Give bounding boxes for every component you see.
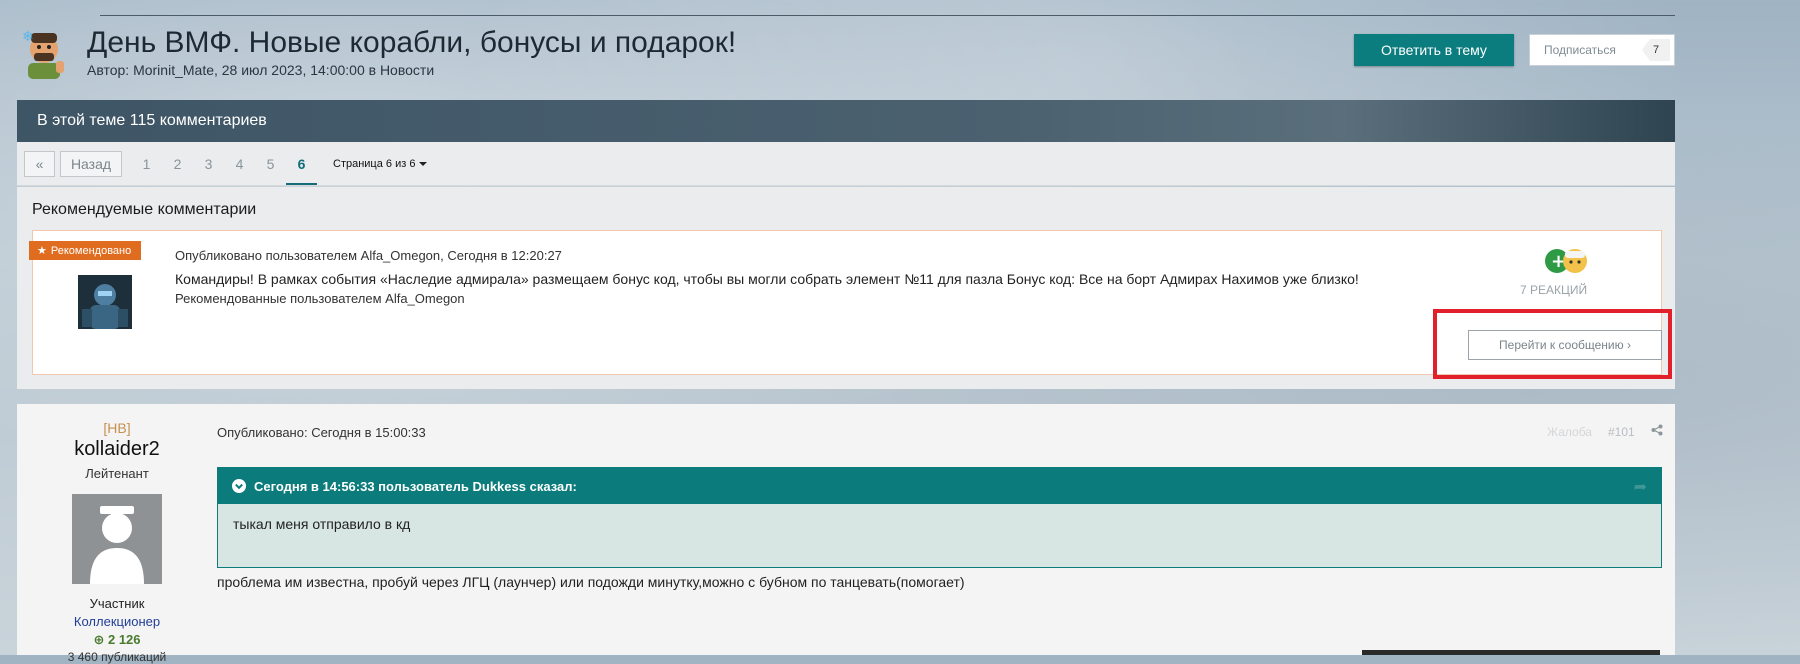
share-icon[interactable] [1651, 424, 1663, 439]
reaction-icons[interactable]: + [1543, 247, 1595, 275]
comments-count-label: В этой теме 115 комментариев [37, 112, 267, 129]
page-link-4[interactable]: 4 [224, 151, 255, 177]
recommended-badge-label: Рекомендовано [50, 244, 132, 257]
comments-count-bar: В этой теме 115 комментариев [17, 100, 1675, 142]
plus-circle-icon: ⊕ [93, 632, 105, 647]
forum-post: [НВ] kollaider2 Лейтенант Участник Колле… [17, 404, 1675, 664]
commenter-avatar[interactable] [78, 275, 132, 329]
recommended-meta: Опубликовано пользователем Alfa_Omegon, … [175, 248, 562, 263]
quote-author: Сегодня в 14:56:33 пользователь Dukkess … [254, 478, 577, 494]
user-reputation: ⊕ 2 126 [17, 632, 217, 648]
post-meta: Опубликовано: Сегодня в 15:00:33 [217, 425, 426, 440]
post-number[interactable]: #101 [1608, 425, 1635, 439]
prev-page-button[interactable]: Назад [60, 150, 122, 177]
topic-title: День ВМФ. Новые корабли, бонусы и подаро… [87, 26, 737, 59]
subscribe-button[interactable]: Подписаться 7 [1529, 34, 1675, 66]
quote-header: Сегодня в 14:56:33 пользователь Dukkess … [218, 468, 1661, 504]
page-link-1[interactable]: 1 [131, 151, 162, 177]
caret-down-icon [419, 161, 428, 166]
page-link-6-active[interactable]: 6 [286, 151, 317, 185]
clan-tag[interactable]: [НВ] [17, 420, 217, 436]
subscribe-label: Подписаться [1544, 43, 1616, 57]
recommended-text: Командиры! В рамках события «Наследие ад… [175, 271, 1359, 287]
author-avatar[interactable]: ❄ [18, 27, 70, 79]
quote-text: тыкал меня отправило в кд [233, 516, 411, 532]
quote-link-icon[interactable]: ➦ [1634, 477, 1647, 497]
recommended-comment: ★ Рекомендовано Опубликовано пользовател… [29, 230, 1662, 375]
pagination: « Назад 1 2 3 4 5 6 Страница 6 из 6 [17, 142, 1675, 186]
recommended-section: Рекомендуемые комментарии ★ Рекомендован… [17, 187, 1675, 389]
page-link-3[interactable]: 3 [193, 151, 224, 177]
post-tools: Жалоба #101 [1547, 424, 1663, 439]
username[interactable]: kollaider2 [17, 438, 217, 461]
user-group: Участник [89, 596, 145, 611]
default-avatar-icon[interactable] [72, 494, 162, 584]
reply-button[interactable]: Ответить в тему [1354, 34, 1514, 66]
reputation-value: 2 126 [107, 632, 141, 647]
post-body: проблема им известна, пробуй через ЛГЦ (… [217, 574, 965, 590]
first-page-button[interactable]: « [24, 150, 55, 177]
recommended-by: Рекомендованные пользователем Alfa_Omego… [175, 291, 465, 306]
quote-block: Сегодня в 14:56:33 пользователь Dukkess … [217, 467, 1662, 568]
post-image[interactable] [1362, 650, 1660, 655]
report-link[interactable]: Жалоба [1547, 425, 1592, 439]
highlight-frame [1433, 309, 1672, 379]
chevron-circle-icon[interactable] [232, 479, 246, 493]
header-divider [100, 15, 1675, 16]
star-icon: ★ [37, 245, 47, 257]
page-jump-dropdown[interactable]: Страница 6 из 6 [333, 157, 428, 170]
recommended-title: Рекомендуемые комментарии [32, 201, 257, 218]
user-collector-title: Коллекционер [73, 614, 161, 629]
subscribe-count: 7 [1642, 39, 1670, 61]
user-rank: Лейтенант [85, 466, 149, 481]
post-author-panel: [НВ] kollaider2 Лейтенант Участник Колле… [17, 404, 217, 664]
recommended-badge: ★ Рекомендовано [29, 241, 142, 260]
reactions-count[interactable]: 7 РЕАКЦИЙ [1520, 283, 1587, 297]
page-link-2[interactable]: 2 [162, 151, 193, 177]
topic-meta: Автор: Morinit_Mate, 28 июл 2023, 14:00:… [87, 62, 435, 78]
page-jump-label: Страница 6 из 6 [333, 157, 416, 170]
user-post-count: 3 460 публикаций [67, 650, 167, 664]
svg-text:❄: ❄ [22, 29, 34, 45]
page-link-5[interactable]: 5 [255, 151, 286, 177]
